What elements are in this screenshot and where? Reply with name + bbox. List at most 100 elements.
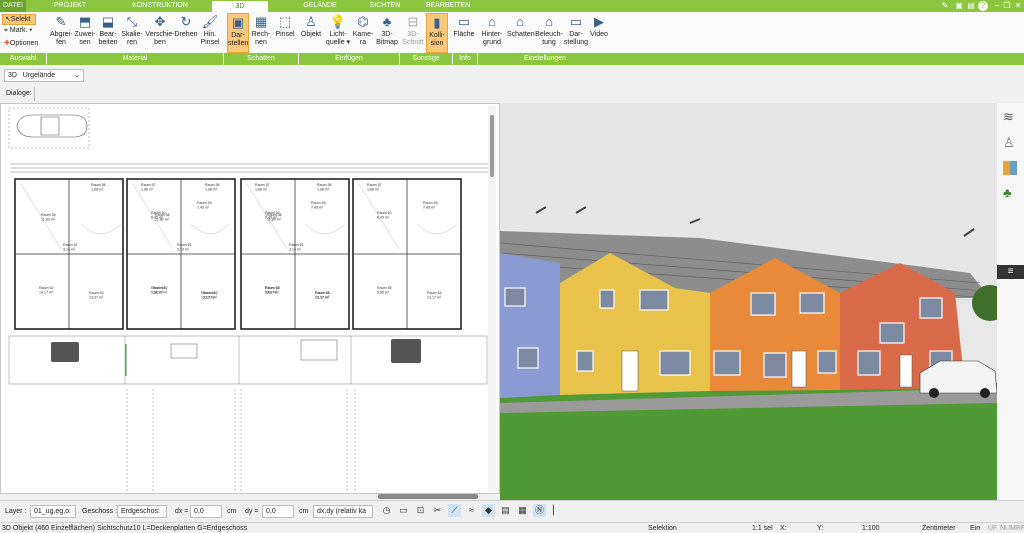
snap-icon[interactable]: ⊡	[414, 504, 427, 517]
ribbon-button-eyedropper[interactable]: ✎ Abgrei-fen	[50, 13, 73, 53]
line-icon[interactable]: ⟋	[448, 504, 461, 517]
optionen-button[interactable]: ✚Optionen	[4, 39, 38, 47]
play-icon: ▶	[594, 14, 604, 29]
geschoss-select[interactable]: Erdgeschos:	[117, 505, 167, 518]
ribbon-button-play[interactable]: ▶ Video	[590, 13, 608, 53]
room-area: 1,88 m²	[255, 188, 268, 192]
pen-icon[interactable]: ✎	[940, 1, 950, 11]
background-icon: ⌂	[488, 14, 496, 29]
car-icon	[16, 114, 88, 138]
mark-icon: ⌖	[4, 27, 8, 34]
chair-icon[interactable]: ♙	[1003, 135, 1015, 151]
ribbon-button-camera[interactable]: ⌬ Kame-ra	[352, 13, 374, 53]
close-icon[interactable]: ✕	[1013, 1, 1023, 11]
ribbon-button-monitor[interactable]: ▭ Dar-stellung	[563, 13, 589, 53]
room-label: Raum 59	[197, 201, 212, 205]
help-icon[interactable]: ?	[978, 1, 988, 11]
view-mode: 3D	[8, 72, 17, 79]
room-label: Raum 62	[39, 286, 54, 290]
ribbon-button-rotate[interactable]: ↻ Drehen	[173, 13, 199, 53]
status-num: NUM	[1000, 525, 1016, 532]
tab-sichten[interactable]: SICHTEN	[355, 0, 415, 12]
tab-3d[interactable]: 3D	[211, 0, 269, 12]
selekt-label: Selekt	[10, 16, 31, 23]
ribbon-button-move[interactable]: ✥ Verschie-ben	[145, 13, 175, 53]
grid-icon[interactable]: ▦	[516, 504, 529, 517]
room-label: Raum 56	[317, 183, 332, 187]
room-area: 13,37 m²	[315, 296, 330, 300]
layer-select[interactable]: 01_ug,eg,o:	[30, 505, 76, 518]
floor-plan-view[interactable]: Raum 56 1,68 m² Raum 57 1,88 m² Raum 59 7,45 …	[0, 103, 500, 494]
room-label: Raum 64	[427, 291, 442, 295]
move-icon: ✥	[154, 14, 166, 29]
selekt-button[interactable]: ↖Selekt	[2, 14, 36, 25]
plan-scroll-thumb[interactable]	[490, 115, 494, 177]
ribbon-label: Video	[590, 31, 608, 38]
ribbon-button-lighting-house[interactable]: ⌂ Beleuch-tung	[535, 13, 563, 53]
wave-icon[interactable]: ≈	[465, 504, 478, 517]
tab-gelaende[interactable]: GELÄNDE	[290, 0, 350, 12]
minimize-icon[interactable]: –	[992, 1, 1002, 11]
ribbon-label: Rech-	[251, 31, 271, 38]
tab-datei[interactable]: DATEI	[0, 0, 26, 12]
camera-icon: ⌬	[357, 14, 369, 29]
clock-icon[interactable]: ◷	[380, 504, 393, 517]
ribbon-button-lightbulb[interactable]: 💡 Licht-quelle ▾	[325, 13, 351, 53]
ribbon-label: Bear-	[99, 31, 117, 38]
ribbon-label-line2: stellen	[228, 40, 249, 47]
plan-horizontal-scrollbar[interactable]	[378, 494, 478, 499]
materials-icon[interactable]	[1003, 161, 1017, 175]
ribbon-label-line2: sen	[79, 39, 91, 46]
ribbon-button-section[interactable]: ⊟ 3D- Schnitt	[402, 13, 424, 53]
coordinate-mode-select[interactable]: dx,dy (relativ ka	[313, 505, 373, 518]
room-label: Raum 56	[91, 183, 106, 187]
ribbon-button-chair[interactable]: ♙ Objekt	[300, 13, 322, 53]
ribbon-button-brush[interactable]: 🖌 Hin. Pinsel	[199, 13, 221, 53]
tab-konstruktion[interactable]: KONSTRUKTION	[130, 0, 190, 12]
room-area: 3,14 m²	[177, 248, 190, 252]
room-area: 14,17 m²	[39, 291, 54, 295]
dy-label: dy =	[245, 508, 259, 515]
tab-bearbeiten[interactable]: BEARBEITEN	[418, 0, 478, 12]
north-icon[interactable]: Ⓝ	[533, 504, 546, 517]
plane-icon[interactable]: ◆	[482, 504, 495, 517]
restore-icon[interactable]: ❐	[1002, 1, 1012, 11]
room-label: Raum 63	[203, 291, 218, 295]
ribbon-button-calculate[interactable]: ▦ Rech-nen	[250, 13, 272, 53]
display-settings-icon[interactable]: ▭	[397, 504, 410, 517]
ribbon-button-collision[interactable]: ▮ Kolli-sion	[426, 13, 448, 53]
page-icon[interactable]: ▤	[499, 504, 512, 517]
ribbon-button-display[interactable]: ▣ Dar-stellen	[227, 13, 249, 53]
layers-icon[interactable]: ≋	[1003, 109, 1014, 125]
ribbon-button-area[interactable]: ▭ Fläche	[453, 13, 475, 53]
dy-input[interactable]: 0,0	[262, 505, 294, 518]
tab-projekt[interactable]: PROJEKT	[40, 0, 100, 12]
ribbon-button-shadow-house[interactable]: ⌂ Schatten	[507, 13, 535, 53]
ribbon-label: Drehen	[174, 31, 198, 38]
tree-icon[interactable]: ♣	[1003, 185, 1012, 200]
ribbon-button-scale[interactable]: ⤡ Skalie-ren	[121, 13, 143, 53]
ribbon-label: Hin.	[203, 31, 217, 38]
room-area: 5,60 m²	[377, 291, 390, 295]
menu-icon[interactable]: ≡	[997, 265, 1024, 279]
cut-icon[interactable]: ✂	[431, 504, 444, 517]
terrain-select[interactable]: 3D Urgelände ⌄	[4, 69, 84, 82]
edit-material-icon: ⬓	[101, 14, 115, 29]
box-icon[interactable]: ▤	[966, 1, 976, 11]
dx-label: dx =	[175, 508, 189, 515]
ribbon-button-shadow-brush[interactable]: ⬚ Pinsel	[274, 13, 296, 53]
area-icon: ▭	[457, 14, 471, 29]
dx-input[interactable]: 0,0	[190, 505, 222, 518]
ribbon-button-background[interactable]: ⌂ Hinter-grund	[480, 13, 504, 53]
ribbon-label: Kame-	[352, 31, 374, 38]
3d-view[interactable]	[500, 103, 997, 501]
display-icon: ▣	[231, 15, 245, 30]
window-icon[interactable]: ▣	[954, 1, 964, 11]
mark-button[interactable]: ⌖ Mark. ▾	[4, 27, 32, 35]
ribbon-button-tree[interactable]: ♣ 3D- Bitmap	[374, 13, 400, 53]
ribbon-label-line2: Bitmap	[376, 39, 398, 46]
ribbon-label: Verschie-	[145, 31, 175, 38]
assign-icon: ⬒	[78, 14, 92, 29]
ribbon-button-assign[interactable]: ⬒ Zuwei-sen	[74, 13, 96, 53]
ribbon-button-edit-material[interactable]: ⬓ Bear-beiten	[97, 13, 119, 53]
